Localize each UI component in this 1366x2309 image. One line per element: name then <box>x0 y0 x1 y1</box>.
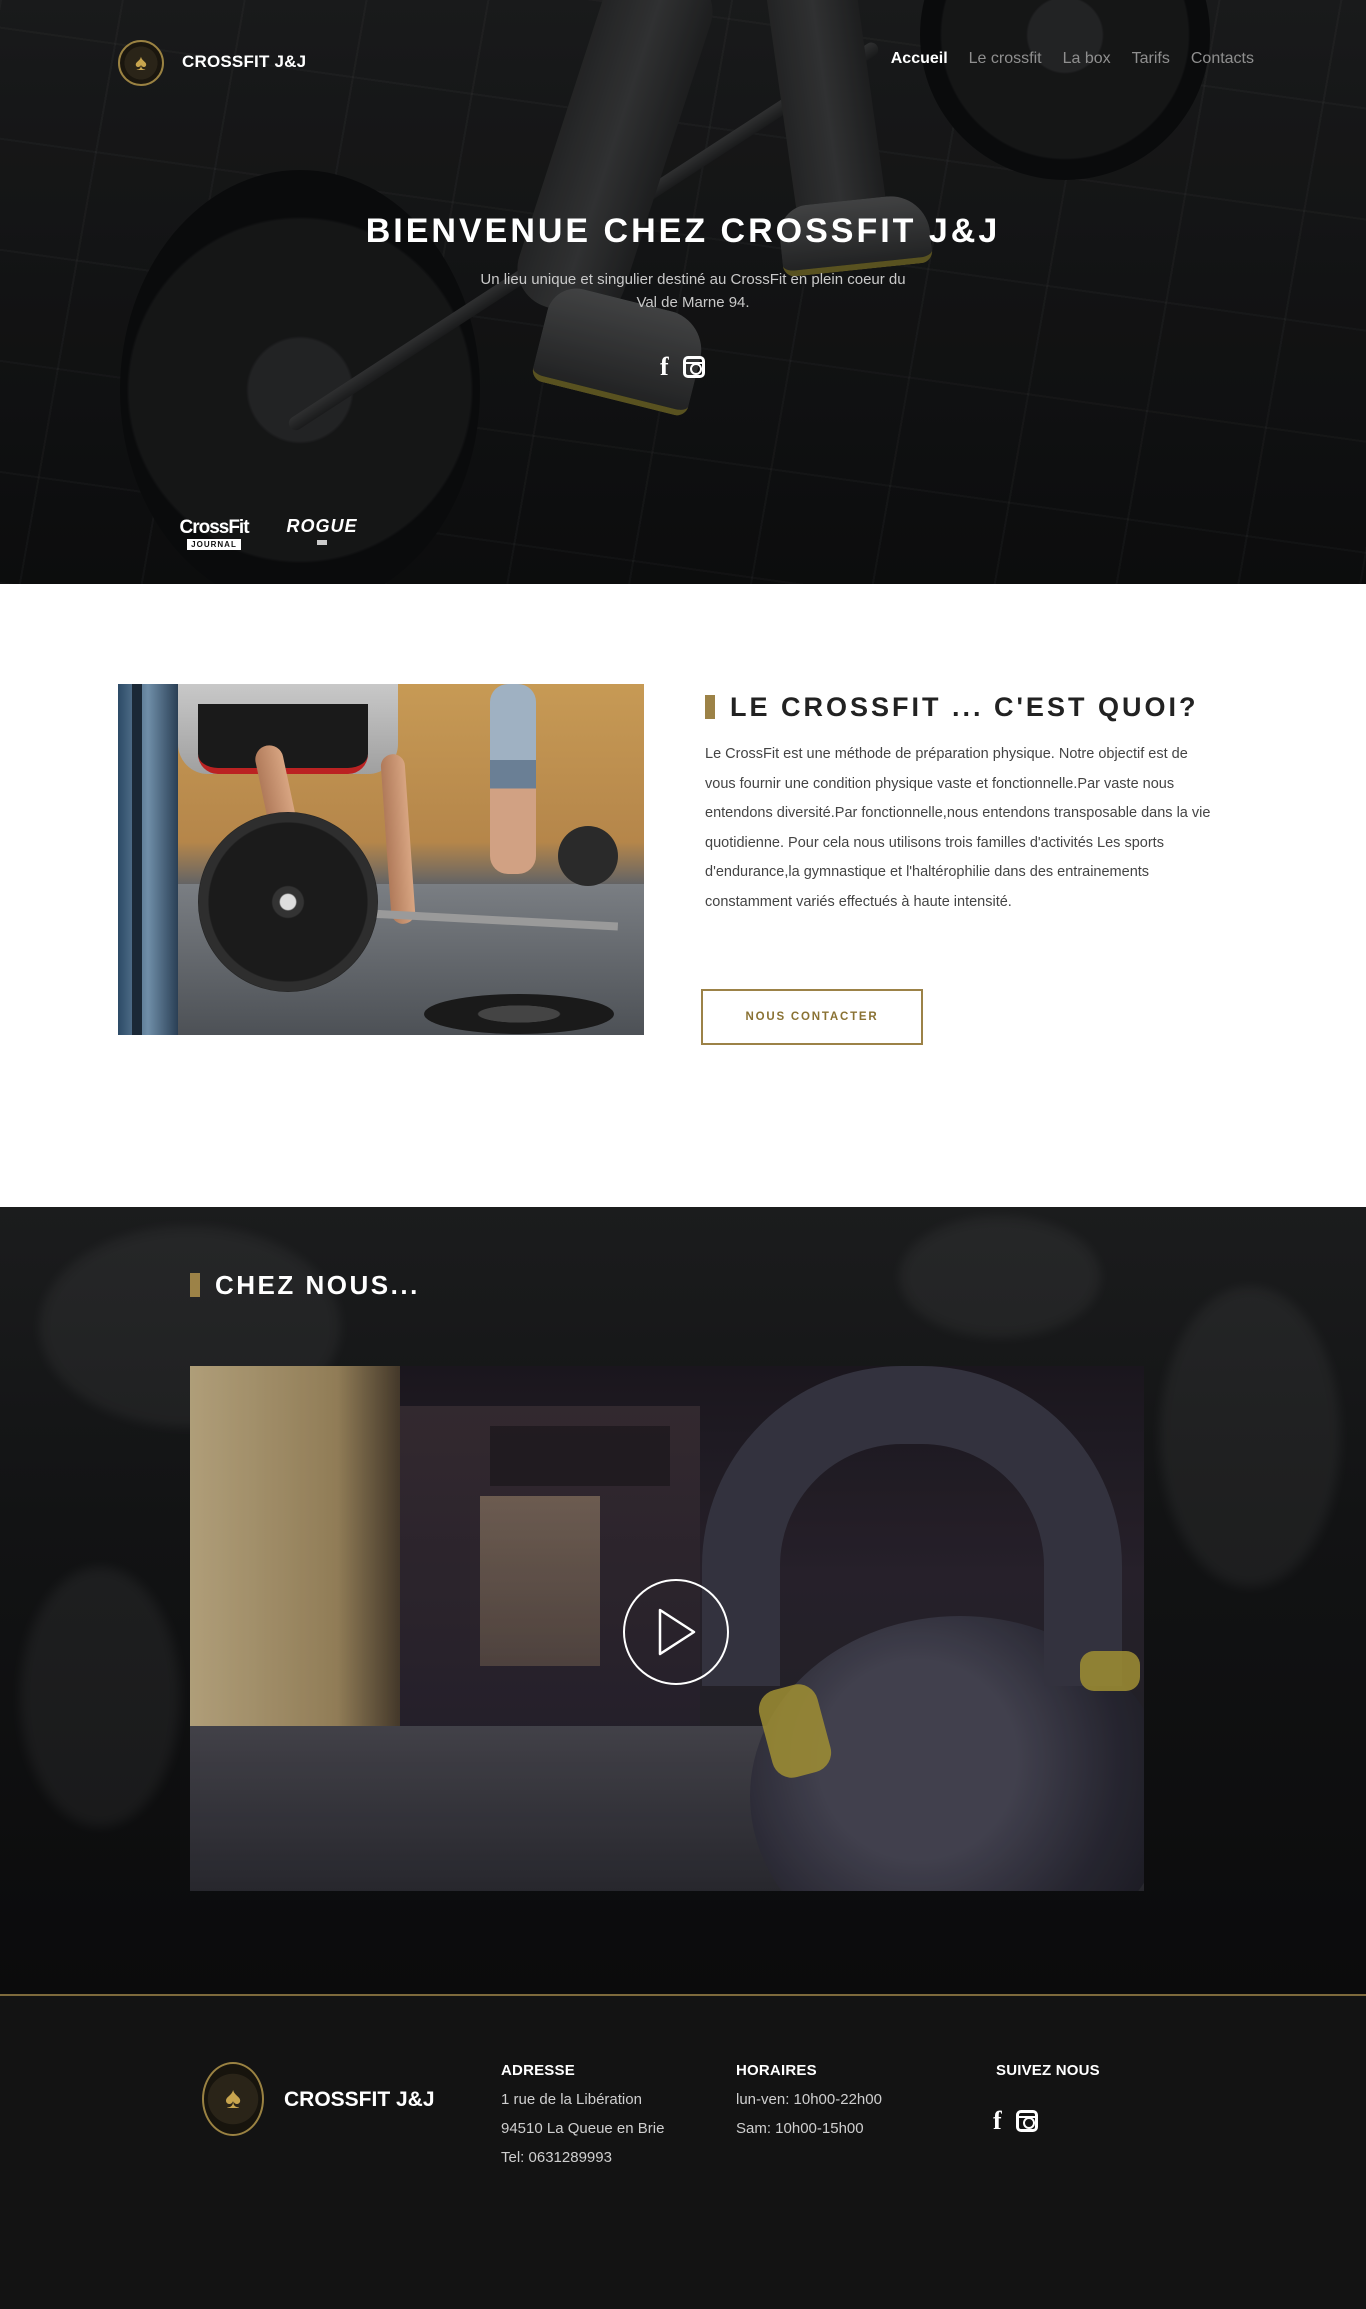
footer-logo[interactable]: ♠ <box>202 2062 264 2136</box>
footer-hours: HORAIRES lun-ven: 10h00-22h00 Sam: 10h00… <box>736 2062 882 2143</box>
footer-address-line: 1 rue de la Libération <box>501 2091 642 2108</box>
footer-phone: Tel: 0631289993 <box>501 2149 612 2166</box>
flag-icon <box>317 540 327 545</box>
footer-hours-line: lun-ven: 10h00-22h00 <box>736 2091 882 2108</box>
about-paragraph: Le CrossFit est une méthode de préparati… <box>705 746 1211 910</box>
heading-accent-bar <box>705 695 715 719</box>
spade-icon: ♠ <box>225 2082 241 2115</box>
hero-subtitle-line: Un lieu unique et singulier destiné au C… <box>480 271 906 288</box>
footer-social-links: f <box>993 2108 1038 2134</box>
nav-item-le-crossfit[interactable]: Le crossfit <box>969 50 1042 68</box>
facebook-icon[interactable]: f <box>993 2108 1002 2134</box>
facebook-icon[interactable]: f <box>660 354 669 380</box>
hero-subtitle-line: Val de Marne 94. <box>636 294 750 311</box>
spade-icon: ♠ <box>135 50 147 75</box>
hero-title: BIENVENUE CHEZ CROSSFIT J&J <box>365 212 1001 250</box>
main-nav: ♠ CROSSFIT J&J Accueil Le crossfit La bo… <box>118 38 1254 86</box>
footer-brand: CROSSFIT J&J <box>284 2088 435 2111</box>
nav-menu: Accueil Le crossfit La box Tarifs Contac… <box>891 50 1254 68</box>
about-title: LE CROSSFIT ... C'EST QUOI? <box>730 691 1199 722</box>
nav-item-tarifs[interactable]: Tarifs <box>1132 50 1170 68</box>
contact-button[interactable]: NOUS CONTACTER <box>701 989 923 1045</box>
nav-item-accueil[interactable]: Accueil <box>891 50 948 68</box>
footer: ♠ CROSSFIT J&J ADRESSE 1 rue de la Libér… <box>0 1994 1366 2309</box>
footer-address-line: 94510 La Queue en Brie <box>501 2120 665 2137</box>
instagram-icon[interactable] <box>1015 2110 1038 2132</box>
instagram-icon[interactable] <box>682 356 705 378</box>
play-icon[interactable] <box>623 1579 729 1685</box>
footer-hours-title: HORAIRES <box>736 2062 817 2079</box>
rogue-logo: ROGUE <box>280 516 364 545</box>
nav-item-la-box[interactable]: La box <box>1063 50 1111 68</box>
journal-logo-text: JOURNAL <box>187 539 241 550</box>
heading-accent-bar <box>190 1273 200 1297</box>
rogue-logo-text: ROGUE <box>286 516 358 536</box>
footer-address: ADRESSE 1 rue de la Libération 94510 La … <box>501 2062 664 2172</box>
footer-hours-line: Sam: 10h00-15h00 <box>736 2120 864 2137</box>
footer-follow: SUIVEZ NOUS <box>996 2062 1100 2085</box>
footer-address-title: ADRESSE <box>501 2062 575 2079</box>
gym-title: CHEZ NOUS... <box>215 1269 420 1300</box>
hero-social-links: f <box>660 354 705 380</box>
logo[interactable]: ♠ <box>118 40 164 86</box>
crossfit-logo-text: CrossFit <box>179 517 249 538</box>
hero-section: ♠ CROSSFIT J&J Accueil Le crossfit La bo… <box>0 0 1366 584</box>
footer-follow-title: SUIVEZ NOUS <box>996 2062 1100 2079</box>
nav-item-contacts[interactable]: Contacts <box>1191 50 1254 68</box>
play-triangle <box>658 1608 696 1656</box>
crossfit-journal-logo: CrossFit JOURNAL <box>179 517 250 552</box>
hero-subtitle: Un lieu unique et singulier destiné au C… <box>453 268 933 314</box>
gym-section: CHEZ NOUS... <box>0 1207 1366 1994</box>
brand-name[interactable]: CROSSFIT J&J <box>182 52 306 72</box>
about-heading: LE CROSSFIT ... C'EST QUOI? <box>705 692 1198 722</box>
crossfit-photo <box>118 684 644 1035</box>
gym-heading: CHEZ NOUS... <box>190 1270 420 1300</box>
gym-video[interactable] <box>190 1366 1144 1891</box>
